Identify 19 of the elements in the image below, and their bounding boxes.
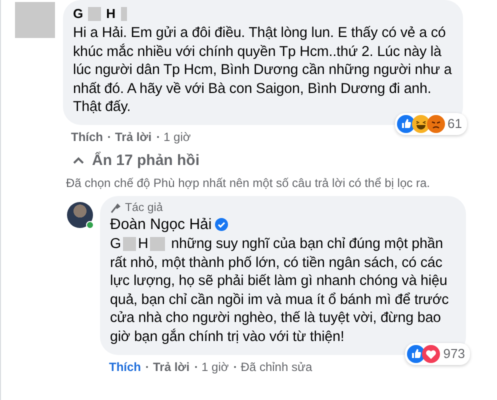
comment-time: 1 giờ (202, 360, 229, 374)
reaction-summary[interactable]: 61 (394, 112, 467, 135)
reply-link[interactable]: Trả lời (115, 130, 152, 144)
like-link[interactable]: Thích (109, 360, 141, 374)
reply-link[interactable]: Trả lời (153, 360, 190, 374)
like-link[interactable]: Thích (71, 130, 103, 144)
reaction-summary[interactable]: 973 (405, 342, 470, 365)
filter-notice: Đã chọn chế độ Phù hợp nhất nên một số câu trả lời có thể bị lọc ra. (66, 176, 431, 190)
comment-time: 1 giờ (164, 130, 191, 144)
edited-label: Đã chỉnh sửa (240, 360, 312, 374)
thumbs-up-icon (396, 114, 415, 133)
hide-replies-link[interactable]: Ẩn 17 phản hồi (73, 152, 497, 169)
author-label: Tác giả (125, 200, 163, 216)
laughing-face-icon (412, 114, 430, 133)
author-name[interactable]: G H (73, 5, 453, 23)
author-name[interactable]: Đoàn Ngọc Hải (110, 216, 212, 234)
chevron-up-icon (73, 156, 84, 164)
avatar-placeholder (15, 2, 55, 38)
angry-face-icon (426, 114, 445, 133)
